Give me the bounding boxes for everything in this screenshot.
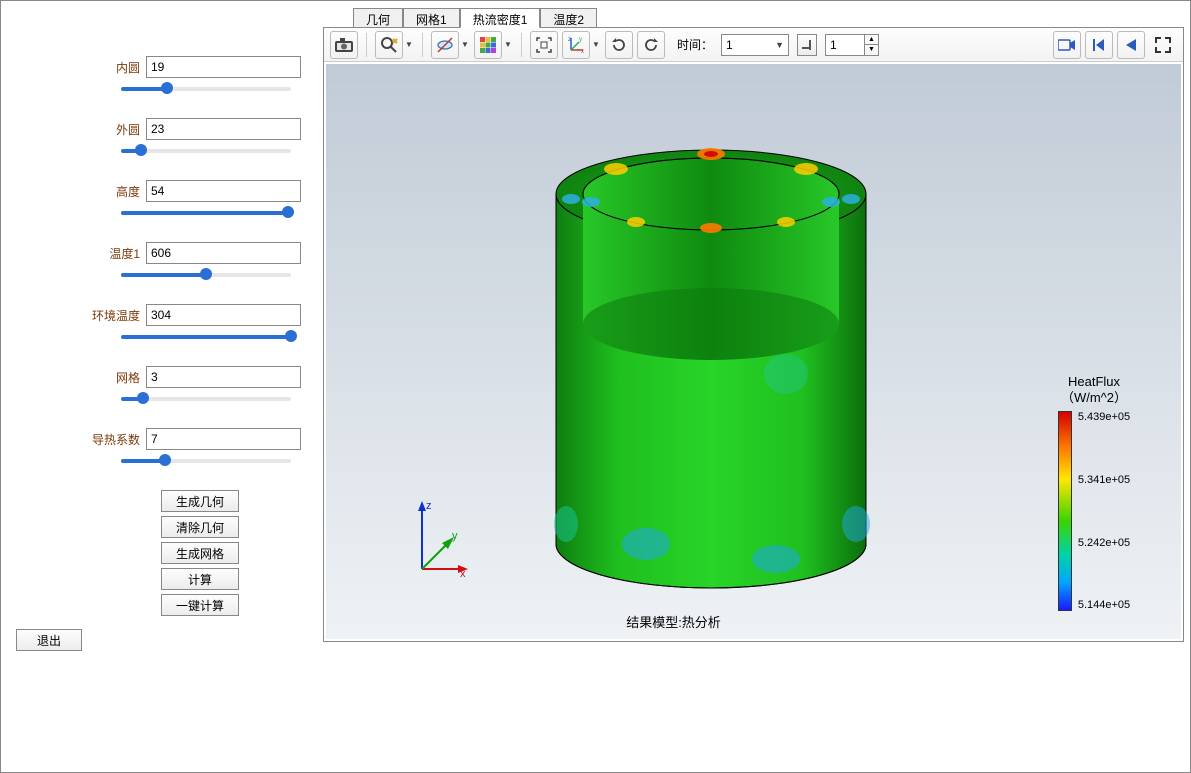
one-click-compute-button[interactable]: 一键计算 <box>161 594 239 616</box>
generate-geometry-button[interactable]: 生成几何 <box>161 490 239 512</box>
legend-title: HeatFlux （W/m^2） <box>1029 374 1159 405</box>
param-temp1-slider[interactable] <box>121 268 291 282</box>
result-tabs: 几何 网格1 热流密度1 温度2 <box>353 7 1184 27</box>
axes-triad: z y x <box>412 499 472 579</box>
compute-button[interactable]: 计算 <box>161 568 239 590</box>
model-caption: 结果模型:热分析 <box>326 612 1021 631</box>
legend-tick: 5.242e+05 <box>1078 537 1130 549</box>
rotate-ccw-icon[interactable] <box>637 31 665 59</box>
legend-tick: 5.144e+05 <box>1078 599 1130 611</box>
tab-heatflux1[interactable]: 热流密度1 <box>460 8 541 28</box>
step-down-icon[interactable]: ▼ <box>865 45 878 55</box>
clip-plane-dropdown[interactable]: ▼ <box>460 31 470 59</box>
axis-view-dropdown[interactable]: ▼ <box>591 31 601 59</box>
param-ambient-input[interactable] <box>146 304 301 326</box>
param-conduct-input[interactable] <box>146 428 301 450</box>
param-ambient-label: 环境温度 <box>86 307 146 324</box>
parameter-panel: 内圆 外圆 高度 温度1 环境温度 <box>1 1 321 772</box>
action-buttons: 生成几何 清除几何 生成网格 计算 一键计算 <box>11 490 311 616</box>
rotate-cw-icon[interactable] <box>605 31 633 59</box>
param-mesh-label: 网格 <box>86 369 146 386</box>
param-inner-slider[interactable] <box>121 82 291 96</box>
param-height-label: 高度 <box>86 183 146 200</box>
snapshot-icon[interactable] <box>330 31 358 59</box>
viewport-toolbar: ▼ ▼ ▼ y z x <box>324 28 1183 62</box>
color-legend: HeatFlux （W/m^2） 5.439e+05 5.341e+05 5.2… <box>1029 374 1159 611</box>
param-outer-input[interactable] <box>146 118 301 140</box>
time-select-value: 1 <box>726 38 733 52</box>
step-spinner[interactable]: 1 ▲▼ <box>825 34 879 56</box>
chevron-down-icon: ▼ <box>775 40 784 50</box>
exit-button[interactable]: 退出 <box>16 629 82 651</box>
skip-start-icon[interactable] <box>1085 31 1113 59</box>
param-conduct-label: 导热系数 <box>86 431 146 448</box>
time-end-button[interactable] <box>797 34 817 56</box>
axis-z-label: z <box>426 500 432 512</box>
param-ambient: 环境温度 <box>11 304 311 326</box>
axis-view-icon[interactable]: y z x <box>562 31 590 59</box>
time-label: 时间： <box>677 36 713 53</box>
svg-text:x: x <box>581 49 584 54</box>
viewport[interactable]: z y x HeatFlux （W/m^2） 5.439e+05 <box>326 64 1181 639</box>
param-conduct: 导热系数 <box>11 428 311 450</box>
legend-colorbar <box>1058 411 1072 611</box>
param-mesh-slider[interactable] <box>121 392 291 406</box>
svg-text:z: z <box>568 37 571 43</box>
result-tab-content: ▼ ▼ ▼ y z x <box>323 27 1184 642</box>
expand-icon[interactable] <box>1149 31 1177 59</box>
axis-y-label: y <box>452 530 458 542</box>
step-value: 1 <box>830 38 837 52</box>
result-panel: 几何 网格1 热流密度1 温度2 ▼ ▼ <box>323 7 1184 643</box>
param-temp1: 温度1 <box>11 242 311 264</box>
generate-mesh-button[interactable]: 生成网格 <box>161 542 239 564</box>
param-inner: 内圆 <box>11 56 311 78</box>
record-icon[interactable] <box>1053 31 1081 59</box>
play-reverse-icon[interactable] <box>1117 31 1145 59</box>
zoom-icon[interactable] <box>375 31 403 59</box>
axis-x-label: x <box>460 568 466 579</box>
legend-tick: 5.439e+05 <box>1078 411 1130 423</box>
param-inner-input[interactable] <box>146 56 301 78</box>
param-temp1-label: 温度1 <box>86 245 146 262</box>
param-height-input[interactable] <box>146 180 301 202</box>
tab-mesh1[interactable]: 网格1 <box>403 8 460 28</box>
fit-view-icon[interactable] <box>530 31 558 59</box>
step-up-icon[interactable]: ▲ <box>865 35 878 46</box>
param-inner-label: 内圆 <box>86 59 146 76</box>
svg-text:y: y <box>579 37 582 43</box>
param-outer-slider[interactable] <box>121 144 291 158</box>
legend-ticks: 5.439e+05 5.341e+05 5.242e+05 5.144e+05 <box>1078 411 1130 611</box>
render-style-icon[interactable] <box>474 31 502 59</box>
clip-plane-icon[interactable] <box>431 31 459 59</box>
param-conduct-slider[interactable] <box>121 454 291 468</box>
legend-tick: 5.341e+05 <box>1078 474 1130 486</box>
param-mesh: 网格 <box>11 366 311 388</box>
param-temp1-input[interactable] <box>146 242 301 264</box>
param-mesh-input[interactable] <box>146 366 301 388</box>
param-ambient-slider[interactable] <box>121 330 291 344</box>
time-select[interactable]: 1 ▼ <box>721 34 789 56</box>
param-height-slider[interactable] <box>121 206 291 220</box>
tab-geometry[interactable]: 几何 <box>353 8 403 28</box>
zoom-dropdown[interactable]: ▼ <box>404 31 414 59</box>
tab-temp2[interactable]: 温度2 <box>540 8 597 28</box>
render-style-dropdown[interactable]: ▼ <box>503 31 513 59</box>
param-outer-label: 外圆 <box>86 121 146 138</box>
heatflux-model <box>536 114 886 604</box>
clear-geometry-button[interactable]: 清除几何 <box>161 516 239 538</box>
app-window: 内圆 外圆 高度 温度1 环境温度 <box>0 0 1191 773</box>
param-height: 高度 <box>11 180 311 202</box>
param-outer: 外圆 <box>11 118 311 140</box>
